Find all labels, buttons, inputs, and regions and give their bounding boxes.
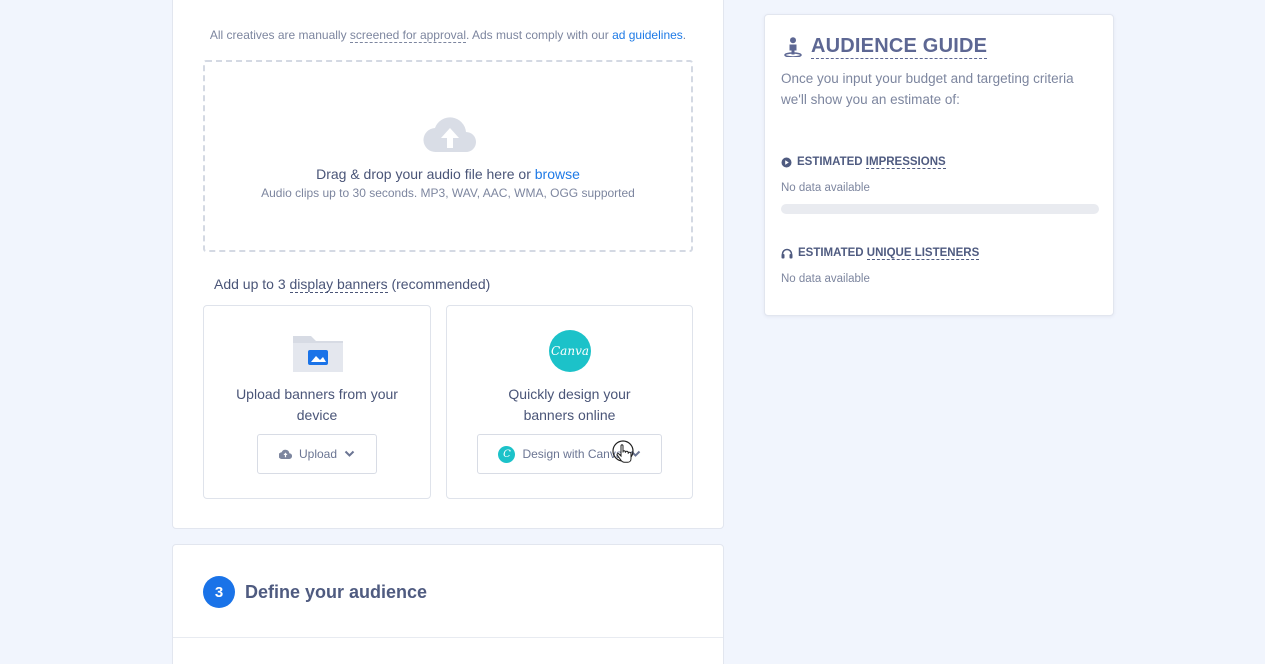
impressions-progress-bar bbox=[781, 204, 1099, 214]
creative-upload-card: All creatives are manually screened for … bbox=[172, 0, 724, 529]
banners-heading-suffix: (recommended) bbox=[387, 276, 491, 292]
listeners-value: No data available bbox=[781, 273, 870, 285]
listeners-prefix: ESTIMATED bbox=[798, 247, 867, 259]
step-number-badge: 3 bbox=[203, 576, 235, 608]
audience-guide-panel: AUDIENCE GUIDE Once you input your budge… bbox=[764, 14, 1114, 316]
approval-text-middle: . Ads must comply with our bbox=[466, 28, 613, 42]
approval-text: All creatives are manually bbox=[209, 28, 350, 42]
person-pin-icon bbox=[784, 37, 802, 57]
define-audience-card: 3 Define your audience bbox=[172, 544, 724, 664]
dropzone-instruction: Drag & drop your audio file here or bbox=[316, 166, 535, 182]
chevron-down-icon bbox=[344, 450, 355, 457]
banners-heading-prefix: Add up to 3 bbox=[214, 276, 290, 292]
canva-button-label: Design with Canva bbox=[522, 447, 623, 461]
canva-text-line1: Quickly design your bbox=[508, 386, 631, 402]
canva-card-text: Quickly design your banners online bbox=[447, 384, 692, 426]
ad-guidelines-link[interactable]: ad guidelines bbox=[612, 28, 683, 42]
display-banners-link[interactable]: display banners bbox=[289, 276, 388, 293]
impressions-tooltip-term[interactable]: IMPRESSIONS bbox=[865, 156, 946, 169]
estimated-impressions-label: ESTIMATED IMPRESSIONS bbox=[781, 156, 946, 169]
upload-banners-text: Upload banners from your device bbox=[204, 384, 430, 426]
dropzone-subtext: Audio clips up to 30 seconds. MP3, WAV, … bbox=[261, 186, 635, 200]
audience-guide-title[interactable]: AUDIENCE GUIDE bbox=[811, 35, 988, 59]
unique-listeners-tooltip-term[interactable]: UNIQUE LISTENERS bbox=[866, 247, 980, 260]
impressions-value: No data available bbox=[781, 182, 870, 194]
audio-dropzone[interactable]: Drag & drop your audio file here or brow… bbox=[203, 60, 693, 252]
upload-text-line1: Upload banners from your bbox=[236, 386, 398, 402]
approval-note: All creatives are manually screened for … bbox=[173, 28, 723, 43]
dropzone-main-text: Drag & drop your audio file here or brow… bbox=[205, 166, 691, 182]
step-title: Define your audience bbox=[245, 582, 428, 602]
canva-text-line2: banners online bbox=[523, 407, 616, 423]
upload-banners-card: Upload banners from your device Upload bbox=[203, 305, 431, 499]
step-divider bbox=[173, 637, 723, 638]
cloud-upload-icon bbox=[423, 117, 476, 153]
upload-button-label: Upload bbox=[298, 447, 338, 461]
browse-link[interactable]: browse bbox=[535, 166, 580, 182]
estimated-listeners-label: ESTIMATED UNIQUE LISTENERS bbox=[781, 247, 980, 260]
impressions-prefix: ESTIMATED bbox=[797, 156, 866, 168]
canva-logo: Canva bbox=[549, 330, 591, 372]
folder-image-icon bbox=[293, 336, 343, 372]
upload-button[interactable]: Upload bbox=[257, 434, 377, 474]
banners-heading: Add up to 3 display banners (recommended… bbox=[214, 276, 491, 293]
canva-design-card: Canva Quickly design your banners online… bbox=[446, 305, 693, 499]
audience-guide-description: Once you input your budget and targeting… bbox=[781, 71, 1074, 107]
upload-text-line2: device bbox=[296, 407, 338, 423]
play-circle-icon bbox=[781, 157, 792, 167]
canva-mini-icon: C bbox=[498, 445, 516, 463]
screened-for-approval-link[interactable]: screened for approval bbox=[349, 28, 466, 43]
headphones-icon bbox=[781, 248, 793, 258]
cloud-icon bbox=[278, 449, 292, 459]
approval-text-end: . bbox=[682, 28, 687, 42]
hand-pointer-cursor-icon bbox=[612, 440, 634, 463]
